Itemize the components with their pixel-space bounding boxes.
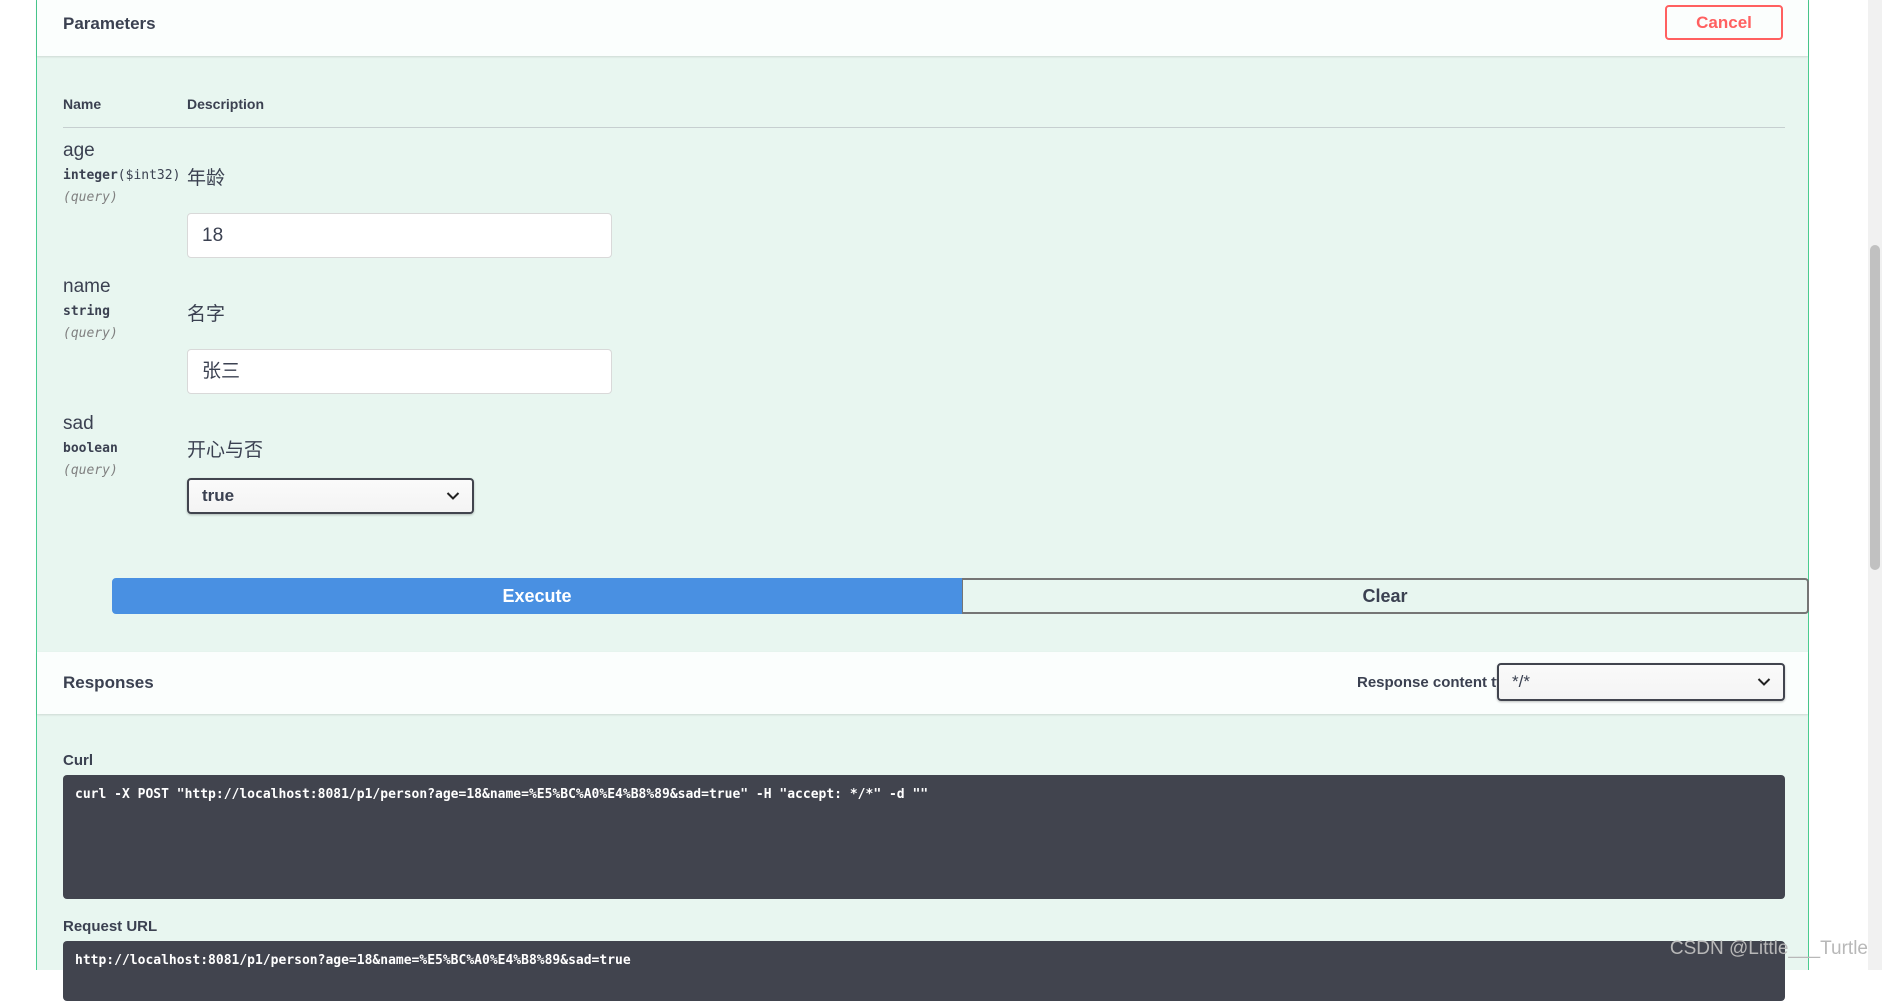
- sad-select[interactable]: true: [187, 478, 474, 514]
- chevron-down-icon: [446, 492, 460, 500]
- parameters-header: Parameters Cancel: [37, 0, 1808, 56]
- header-divider: [63, 127, 1785, 128]
- param-sad: sad boolean (query): [63, 413, 118, 478]
- name-input[interactable]: 张三: [187, 349, 612, 394]
- param-name: name: [63, 276, 111, 297]
- age-input[interactable]: 18: [187, 213, 612, 258]
- param-type: string: [63, 304, 110, 319]
- chevron-down-icon: [1757, 678, 1771, 686]
- curl-label: Curl: [63, 752, 93, 769]
- select-value: */*: [1512, 672, 1530, 691]
- parameters-title: Parameters: [63, 14, 156, 33]
- cancel-button[interactable]: Cancel: [1665, 5, 1783, 40]
- param-location: (query): [63, 463, 118, 478]
- param-name: age: [63, 140, 95, 161]
- param-description: 年龄: [187, 168, 226, 189]
- param-name: sad: [63, 413, 94, 434]
- param-location: (query): [63, 326, 118, 341]
- param-location: (query): [63, 190, 118, 205]
- param-type: integer($int32): [63, 168, 181, 183]
- param-age: age integer($int32) (query): [63, 140, 180, 205]
- param-type: boolean: [63, 441, 118, 456]
- param-description: 开心与否: [187, 440, 264, 461]
- clear-button[interactable]: Clear: [962, 578, 1809, 614]
- scrollbar-thumb[interactable]: [1870, 245, 1880, 570]
- param-description: 名字: [187, 304, 226, 325]
- request-url-label: Request URL: [63, 918, 158, 935]
- request-url-code-block[interactable]: http://localhost:8081/p1/person?age=18&n…: [63, 941, 1785, 1001]
- column-header-name: Name: [63, 96, 102, 112]
- curl-code-block[interactable]: curl -X POST "http://localhost:8081/p1/p…: [63, 775, 1785, 899]
- operation-block: Parameters Cancel Name Description age i…: [36, 0, 1809, 1001]
- response-content-type-select[interactable]: */*: [1497, 663, 1785, 701]
- page-scrollbar[interactable]: [1868, 0, 1882, 970]
- select-value: true: [202, 486, 235, 505]
- responses-title: Responses: [63, 673, 154, 692]
- execute-button[interactable]: Execute: [112, 578, 962, 614]
- param-name-row: name string (query): [63, 276, 118, 341]
- watermark: CSDN @Little___Turtle: [1669, 938, 1868, 959]
- column-header-description: Description: [187, 96, 265, 112]
